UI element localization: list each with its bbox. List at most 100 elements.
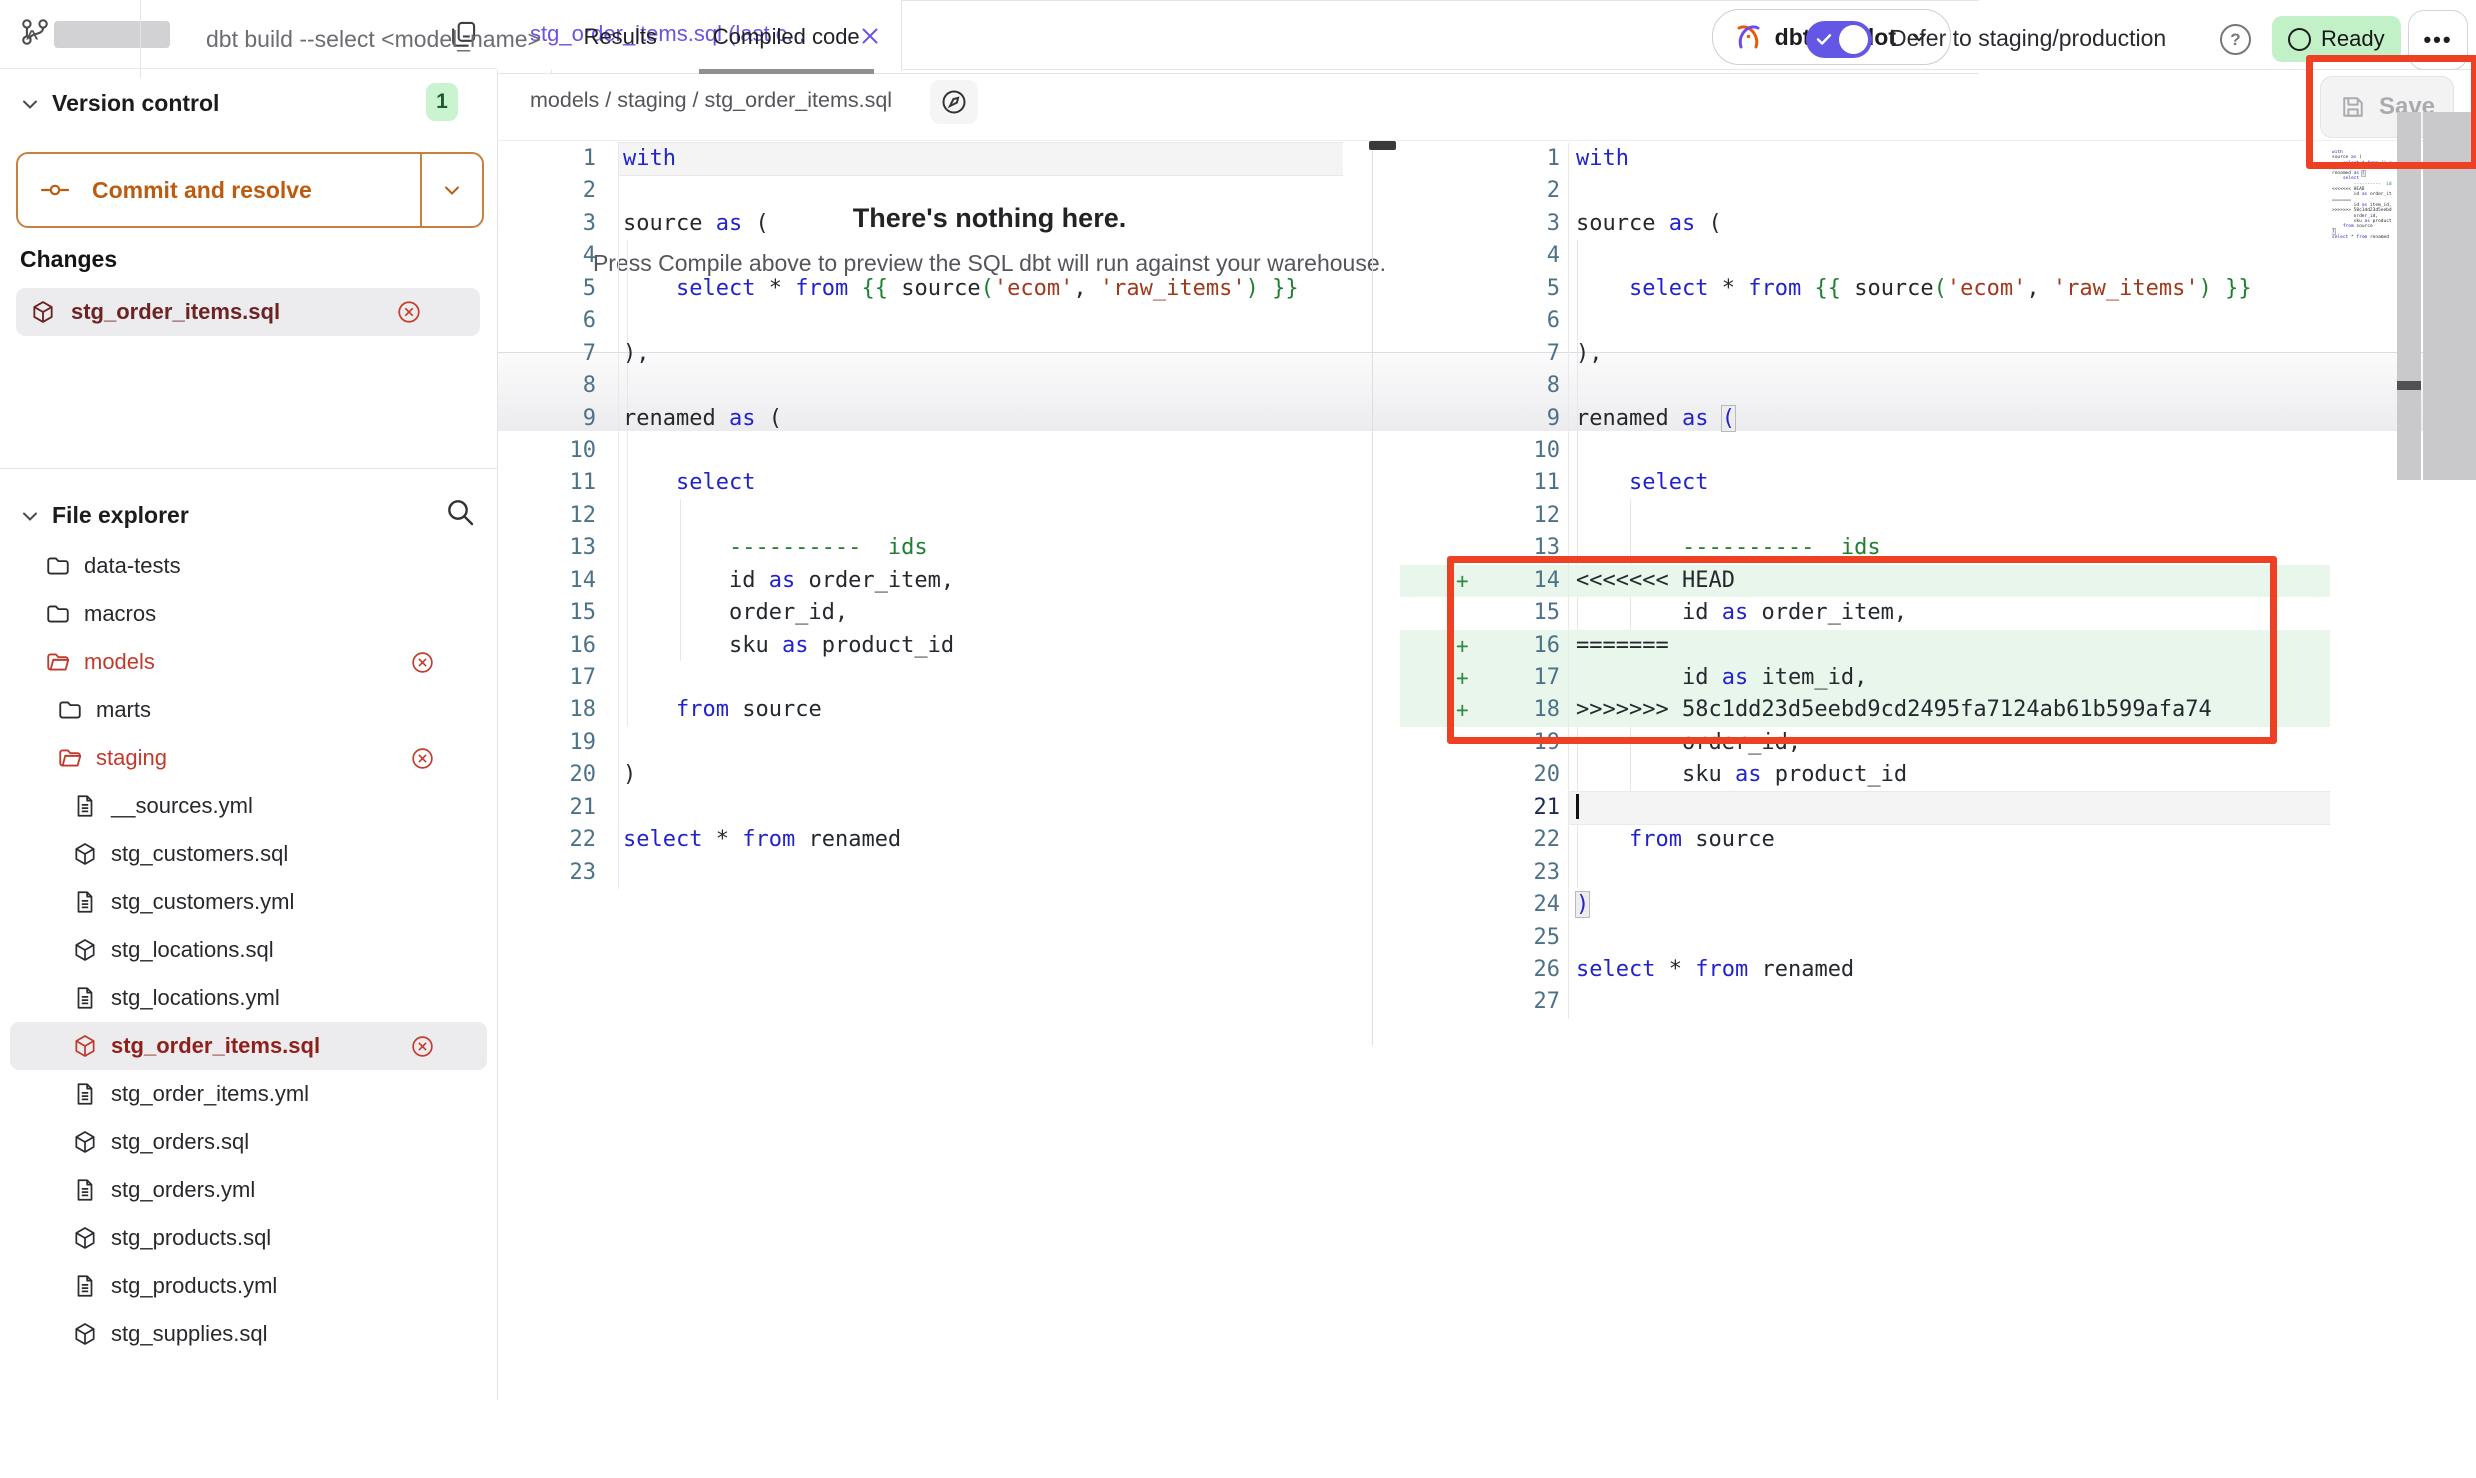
lineage-icon[interactable] — [930, 80, 978, 124]
code-line[interactable]: 9renamed as ( — [497, 403, 1343, 435]
code-line[interactable]: 13 ---------- ids — [1400, 532, 2330, 564]
code-line[interactable]: 22select * from renamed — [497, 824, 1343, 856]
changed-file-row[interactable]: stg_order_items.sql — [16, 288, 480, 336]
file-item-marts[interactable]: marts — [10, 686, 487, 734]
file-item-stg_customers.yml[interactable]: stg_customers.yml — [10, 878, 487, 926]
code-line[interactable]: 25 — [1400, 922, 2330, 954]
file-item-stg_locations.sql[interactable]: stg_locations.sql — [10, 926, 487, 974]
more-options-button[interactable]: ••• — [2408, 10, 2468, 70]
file-item-label: marts — [96, 697, 151, 723]
help-icon[interactable]: ? — [2220, 24, 2251, 55]
code-line[interactable]: +17 id as item_id, — [1400, 662, 2330, 694]
code-line[interactable]: 14 id as order_item, — [497, 565, 1343, 597]
file-item-__sources.yml[interactable]: __sources.yml — [10, 782, 487, 830]
defer-toggle[interactable] — [1806, 21, 1872, 58]
code-line[interactable]: 4 — [1400, 240, 2330, 272]
code-line[interactable]: 3source as ( — [1400, 208, 2330, 240]
code-line[interactable]: 1with — [497, 143, 1343, 175]
file-item-stg_products.yml[interactable]: stg_products.yml — [10, 1262, 487, 1310]
code-line[interactable]: 18 from source — [497, 694, 1343, 726]
code-line[interactable]: 26select * from renamed — [1400, 954, 2330, 986]
command-input[interactable] — [150, 6, 1608, 72]
line-number: 11 — [1485, 467, 1560, 499]
editor-pane-conflict[interactable]: 1with23source as (45 select * from {{ so… — [1400, 141, 2330, 1048]
code-line[interactable]: +14<<<<<<< HEAD — [1400, 565, 2330, 597]
minimap-scrollbar-thumb[interactable] — [2397, 381, 2421, 390]
file-item-stg_supplies.sql[interactable]: stg_supplies.sql — [10, 1310, 487, 1358]
code-line[interactable]: 7), — [1400, 338, 2330, 370]
code-line[interactable]: 9renamed as ( — [1400, 403, 2330, 435]
file-item-models[interactable]: models — [10, 638, 487, 686]
code-line[interactable]: 3source as ( — [497, 208, 1343, 240]
diff-add-marker — [1400, 889, 1485, 921]
conflict-icon[interactable] — [410, 650, 435, 675]
code-line[interactable]: 1with — [1400, 143, 2330, 175]
code-line[interactable]: 2 — [1400, 175, 2330, 207]
code-line[interactable]: 10 — [1400, 435, 2330, 467]
file-item-stg_locations.yml[interactable]: stg_locations.yml — [10, 974, 487, 1022]
code-line[interactable]: 20) — [497, 759, 1343, 791]
file-item-stg_order_items.sql[interactable]: stg_order_items.sql — [10, 1022, 487, 1070]
pane-scrollbar-thumb[interactable] — [1369, 141, 1396, 150]
code-line[interactable]: 10 — [497, 435, 1343, 467]
code-line[interactable]: 5 select * from {{ source('ecom', 'raw_i… — [497, 273, 1343, 305]
conflict-icon[interactable] — [410, 746, 435, 771]
code-line[interactable]: 15 id as order_item, — [1400, 597, 2330, 629]
code-line[interactable]: 12 — [1400, 500, 2330, 532]
code-line[interactable]: +18>>>>>>> 58c1dd23d5eebd9cd2495fa7124ab… — [1400, 694, 2330, 726]
search-icon[interactable] — [444, 496, 476, 528]
conflict-icon[interactable] — [396, 299, 422, 325]
code-line[interactable]: 21 — [1400, 792, 2330, 824]
conflict-icon[interactable] — [410, 1034, 435, 1059]
code-line[interactable]: 23 — [1400, 857, 2330, 889]
diff-add-marker — [1400, 792, 1485, 824]
status-badge[interactable]: Ready — [2272, 16, 2401, 62]
code-line[interactable]: 24) — [1400, 889, 2330, 921]
code-line[interactable]: 6 — [497, 305, 1343, 337]
code-line[interactable]: 22 from source — [1400, 824, 2330, 856]
code-line[interactable]: 5 select * from {{ source('ecom', 'raw_i… — [1400, 273, 2330, 305]
code-line[interactable]: 11 select — [1400, 467, 2330, 499]
file-item-stg_products.sql[interactable]: stg_products.sql — [10, 1214, 487, 1262]
editor-scrollbar[interactable] — [2423, 112, 2476, 480]
code-line[interactable]: 21 — [497, 792, 1343, 824]
code-line[interactable]: +16======= — [1400, 630, 2330, 662]
file-item-macros[interactable]: macros — [10, 590, 487, 638]
code-line[interactable]: 11 select — [497, 467, 1343, 499]
minimap-scrollbar-track[interactable] — [2397, 112, 2421, 480]
commit-and-resolve-main[interactable]: Commit and resolve — [18, 154, 420, 226]
code-line[interactable]: 12 — [497, 500, 1343, 532]
chevron-down-icon[interactable] — [18, 504, 42, 528]
code-line[interactable]: 8 — [1400, 370, 2330, 402]
code-line[interactable]: 8 — [497, 370, 1343, 402]
code-line[interactable]: 7), — [497, 338, 1343, 370]
code-line[interactable]: 27 — [1400, 986, 2330, 1018]
chevron-down-icon[interactable] — [18, 92, 42, 116]
minimap[interactable]: withsource as ( select * from {{ source(… — [2332, 150, 2392, 480]
command-bar-divider — [140, 0, 141, 78]
editor-pane-working[interactable]: 1with23source as (45 select * from {{ so… — [497, 141, 1343, 1048]
file-item-stg_orders.sql[interactable]: stg_orders.sql — [10, 1118, 487, 1166]
code-line[interactable]: 17 — [497, 662, 1343, 694]
file-item-stg_orders.yml[interactable]: stg_orders.yml — [10, 1166, 487, 1214]
doc-icon — [72, 1081, 98, 1107]
file-item-data-tests[interactable]: data-tests — [10, 542, 487, 590]
code-line[interactable]: 19 order_id, — [1400, 727, 2330, 759]
file-item-staging[interactable]: staging — [10, 734, 487, 782]
code-line[interactable]: 20 sku as product_id — [1400, 759, 2330, 791]
expand-history-button[interactable]: ^ — [26, 24, 38, 55]
diff-add-marker — [1400, 759, 1485, 791]
code-line[interactable]: 2 — [497, 175, 1343, 207]
code-line[interactable]: 23 — [497, 857, 1343, 889]
commit-and-resolve-button[interactable]: Commit and resolve — [16, 152, 484, 228]
code-line[interactable]: 16 sku as product_id — [497, 630, 1343, 662]
commit-dropdown-button[interactable] — [420, 154, 482, 226]
file-item-stg_order_items.yml[interactable]: stg_order_items.yml — [10, 1070, 487, 1118]
code-line[interactable]: 13 ---------- ids — [497, 532, 1343, 564]
code-line[interactable]: 6 — [1400, 305, 2330, 337]
code-line[interactable]: 19 — [497, 727, 1343, 759]
code-line[interactable]: 4 — [497, 240, 1343, 272]
pane-scrollbar-track[interactable] — [1372, 141, 1373, 1046]
code-line[interactable]: 15 order_id, — [497, 597, 1343, 629]
file-item-stg_customers.sql[interactable]: stg_customers.sql — [10, 830, 487, 878]
